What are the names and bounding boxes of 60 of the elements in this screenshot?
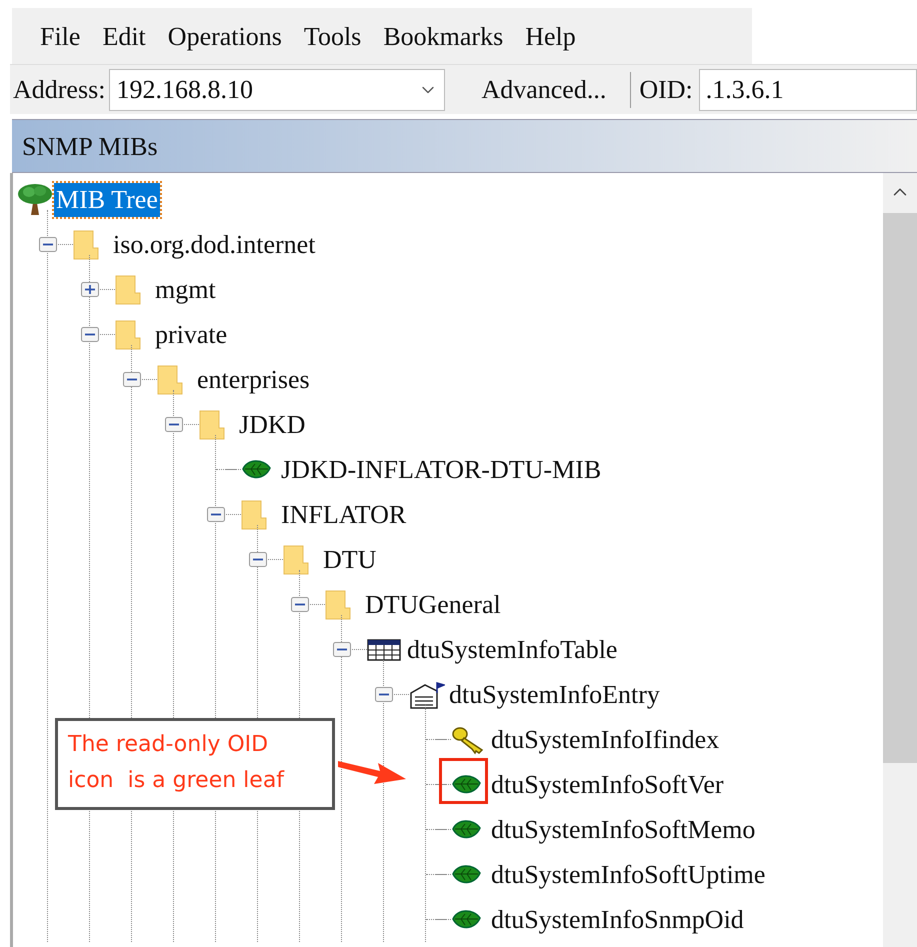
- tree-item[interactable]: INFLATOR: [279, 498, 408, 532]
- tree-item[interactable]: dtuSystemInfoSoftMemo: [489, 812, 758, 846]
- menu-item[interactable]: Bookmarks: [383, 16, 504, 56]
- leaf-icon: [451, 864, 481, 886]
- tree-item[interactable]: dtuSystemInfoEntry: [447, 678, 662, 712]
- leaf-icon: [241, 458, 271, 480]
- tree-item[interactable]: mgmt: [153, 272, 218, 306]
- oid-label: OID:: [639, 74, 694, 106]
- tree-icon: [16, 182, 54, 216]
- collapse-toggle[interactable]: [165, 417, 183, 432]
- folder-icon: [241, 500, 267, 530]
- collapse-toggle[interactable]: [291, 597, 309, 612]
- collapse-toggle[interactable]: [207, 507, 225, 522]
- leaf-icon: [451, 774, 481, 796]
- tree-item[interactable]: MIB Tree: [54, 182, 160, 216]
- entry-icon: [409, 680, 445, 708]
- collapse-toggle[interactable]: [249, 552, 267, 567]
- folder-icon: [157, 364, 183, 394]
- tree-item[interactable]: dtuSystemInfoTable: [405, 632, 620, 666]
- table-icon: [367, 638, 401, 660]
- folder-icon: [283, 544, 309, 574]
- tree-item[interactable]: JDKD: [237, 408, 308, 442]
- tree-item[interactable]: dtuSystemInfoIfindex: [489, 722, 722, 756]
- address-label: Address:: [12, 74, 106, 106]
- tree-item[interactable]: DTUGeneral: [363, 588, 503, 622]
- scrollbar-thumb[interactable]: [883, 213, 917, 763]
- callout-text: icon is a green leaf: [68, 767, 286, 795]
- folder-icon: [115, 274, 141, 304]
- tree-item[interactable]: iso.org.dod.internet: [111, 228, 318, 262]
- menu-item[interactable]: Operations: [168, 16, 282, 56]
- folder-icon: [115, 320, 141, 350]
- folder-icon: [199, 410, 225, 440]
- collapse-toggle[interactable]: [123, 372, 141, 387]
- oid-field[interactable]: .1.3.6.1: [698, 68, 917, 110]
- menu-item[interactable]: Tools: [304, 16, 362, 56]
- tree-item[interactable]: enterprises: [195, 362, 312, 396]
- menu-item[interactable]: Edit: [102, 16, 146, 56]
- tree-item[interactable]: JDKD-INFLATOR-DTU-MIB: [279, 452, 604, 486]
- collapse-toggle[interactable]: [333, 642, 351, 657]
- expand-toggle[interactable]: [81, 282, 99, 297]
- advanced-button[interactable]: Advanced...: [481, 70, 606, 109]
- collapse-toggle[interactable]: [39, 237, 57, 252]
- leaf-icon: [451, 818, 481, 840]
- tree-item[interactable]: dtuSystemInfoSoftUptime: [489, 858, 768, 892]
- tree-item[interactable]: private: [153, 318, 230, 352]
- collapse-toggle[interactable]: [375, 687, 393, 702]
- panel-title: SNMP MIBs: [22, 130, 158, 162]
- menu-item[interactable]: Help: [525, 16, 576, 56]
- collapse-toggle[interactable]: [81, 327, 99, 342]
- tree-item[interactable]: DTU: [321, 542, 378, 576]
- address-combobox[interactable]: 192.168.8.10: [109, 68, 446, 110]
- folder-icon: [73, 230, 99, 260]
- key-icon: [451, 724, 485, 754]
- folder-icon: [325, 590, 351, 620]
- leaf-icon: [451, 908, 481, 930]
- tree-item[interactable]: dtuSystemInfoSnmpOid: [489, 902, 746, 936]
- tree-item[interactable]: dtuSystemInfoSoftVer: [489, 768, 726, 802]
- scrollbar[interactable]: [883, 173, 917, 947]
- callout-text: The read-only OID: [68, 731, 270, 759]
- menu-item[interactable]: File: [40, 16, 80, 56]
